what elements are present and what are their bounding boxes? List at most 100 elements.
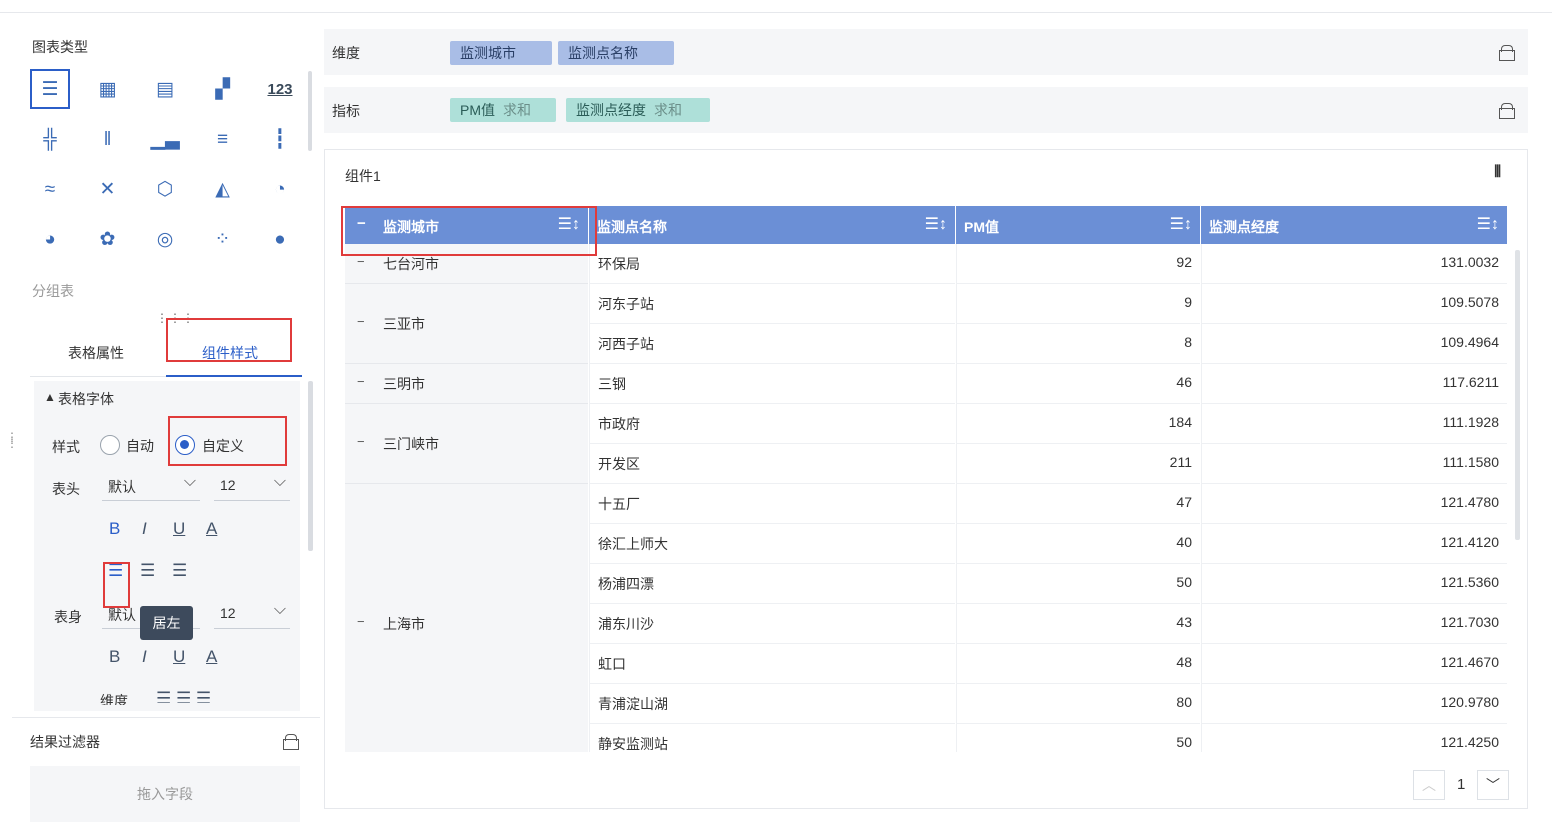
sort-icon[interactable]: ☰↕ [925, 214, 947, 234]
chart-grid-scrollbar[interactable] [308, 71, 312, 151]
style-label: 样式 [52, 439, 80, 455]
lock-icon[interactable] [282, 734, 299, 750]
align-right-icon[interactable]: ☰ [172, 561, 187, 581]
page-down-button[interactable]: ﹀ [1477, 770, 1509, 800]
collapse-group-icon[interactable]: − [357, 434, 365, 449]
dimension-pill-station[interactable]: 监测点名称 [558, 41, 674, 65]
highlight-box-tab [166, 318, 292, 362]
dimension-pill-city[interactable]: 监测城市 [450, 41, 552, 65]
group-city-cell: − 三门峡市 [345, 404, 588, 484]
metric-label: 指标 [332, 103, 360, 119]
font-color-icon[interactable]: A [206, 647, 217, 667]
chevron-down-icon: ⌵ [273, 473, 286, 490]
table-cell: 121.4670 [1201, 644, 1507, 684]
kpi-number-icon[interactable]: 123 [260, 69, 300, 109]
collapse-group-icon[interactable]: − [357, 614, 365, 629]
detail-table-icon[interactable]: ▤ [145, 69, 185, 109]
drag-handle-icon[interactable]: ⋮ ⋮ [6, 431, 19, 449]
underline-icon[interactable]: U [173, 647, 185, 667]
tooltip-align-left: 居左 [140, 606, 193, 640]
table-cell: 131.0032 [1201, 244, 1507, 284]
panel-scrollbar[interactable] [308, 381, 313, 551]
line-wave-icon[interactable]: ≈ [30, 169, 70, 209]
radar-hex-icon[interactable]: ⬡ [145, 169, 185, 209]
bubble-icon[interactable]: ● [260, 219, 300, 259]
table-cell: 开发区 [589, 444, 955, 484]
table-cell: 47 [956, 484, 1200, 524]
sort-icon[interactable]: ☰↕ [1477, 214, 1499, 234]
table-cell: 9 [956, 284, 1200, 324]
chart-type-name: 分组表 [32, 283, 74, 299]
align-icons-partial[interactable]: ☰ ☰ ☰ [156, 689, 211, 703]
header-font-size-select[interactable]: 12 ⌵ [214, 473, 290, 501]
table-cell: 121.7030 [1201, 604, 1507, 644]
lock-icon[interactable] [1498, 45, 1515, 61]
table-cell: 杨浦四漂 [589, 564, 955, 604]
table-cell: 河西子站 [589, 324, 955, 364]
metric-bar: 指标 PM值 求和 监测点经度 求和 [324, 87, 1528, 133]
sort-icon[interactable]: ☰↕ [1170, 214, 1192, 234]
column-header-2[interactable]: PM值 ☰↕ [956, 206, 1200, 244]
font-color-icon[interactable]: A [206, 519, 217, 539]
horizontal-bar-icon[interactable]: ≡ [203, 119, 243, 159]
collapse-group-icon[interactable]: − [357, 374, 365, 389]
align-center-icon[interactable]: ☰ [140, 561, 155, 581]
column-settings-icon[interactable]: ⫴ [1494, 164, 1501, 182]
bold-icon[interactable]: B [109, 647, 120, 667]
collapse-triangle-icon[interactable]: ▲ [44, 390, 56, 404]
group-city-cell: − 上海市 [345, 484, 588, 752]
table-cell: 48 [956, 644, 1200, 684]
table-cell: 8 [956, 324, 1200, 364]
table-cell: 十五厂 [589, 484, 955, 524]
table-cell: 80 [956, 684, 1200, 724]
italic-icon[interactable]: I [142, 647, 147, 667]
metric-pill-pm[interactable]: PM值 求和 [450, 98, 556, 122]
area-chart-icon[interactable]: ◭ [203, 169, 243, 209]
table-cell: 109.4964 [1201, 324, 1507, 364]
multi-bar-icon[interactable]: ‖ [88, 119, 128, 159]
scatter-icon[interactable]: ⁘ [203, 219, 243, 259]
column-header-1[interactable]: 监测点名称 ☰↕ [589, 206, 955, 244]
body-font-size-select[interactable]: 12 ⌵ [214, 601, 290, 629]
page-up-button[interactable]: ︿ [1413, 770, 1445, 800]
cross-line-icon[interactable]: ✕ [88, 169, 128, 209]
diverging-bar-icon[interactable]: ┇ [260, 119, 300, 159]
table-cell: 117.6211 [1201, 364, 1507, 404]
table-cell: 109.5078 [1201, 284, 1507, 324]
dashboard-table-icon[interactable]: ▞ [203, 69, 243, 109]
collapse-group-icon[interactable]: − [357, 254, 365, 269]
chevron-down-icon: ⌵ [183, 473, 196, 490]
table-cell: 43 [956, 604, 1200, 644]
underline-icon[interactable]: U [173, 519, 185, 539]
column-chart-icon[interactable]: ▁▃ [145, 119, 185, 159]
table-scrollbar[interactable] [1515, 250, 1520, 540]
radio-auto[interactable] [100, 435, 120, 455]
metric-pill-longitude[interactable]: 监测点经度 求和 [566, 98, 710, 122]
rose-pie-icon[interactable]: ✿ [88, 219, 128, 259]
table-cell: 184 [956, 404, 1200, 444]
grouped-table-icon[interactable]: ☰ [30, 69, 70, 109]
body-font-label: 表身 [54, 609, 82, 625]
column-header-3[interactable]: 监测点经度 ☰↕ [1201, 206, 1507, 244]
stacked-bar-icon[interactable]: ╬ [30, 119, 70, 159]
group-city-cell: − 三明市 [345, 364, 588, 404]
table-cell: 静安监测站 [589, 724, 955, 752]
table-cell: 120.9780 [1201, 684, 1507, 724]
lock-icon[interactable] [1498, 103, 1515, 119]
gauge-icon[interactable]: ◔ [260, 169, 300, 209]
table-cell: 46 [956, 364, 1200, 404]
header-font-family-select[interactable]: 默认 ⌵ [102, 473, 200, 501]
group-city-cell: − 三亚市 [345, 284, 588, 364]
font-section-title: 表格字体 [58, 391, 114, 407]
bold-icon[interactable]: B [109, 519, 120, 539]
tab-table-props[interactable]: 表格属性 [68, 343, 124, 363]
pie-chart-icon[interactable]: ◕ [30, 219, 70, 259]
collapse-group-icon[interactable]: − [357, 314, 365, 329]
table-cell: 111.1580 [1201, 444, 1507, 484]
cross-table-icon[interactable]: ▦ [88, 69, 128, 109]
italic-icon[interactable]: I [142, 519, 147, 539]
target-ring-icon[interactable]: ◎ [145, 219, 185, 259]
radio-auto-label[interactable]: 自动 [126, 436, 154, 456]
filter-drop-zone[interactable]: 拖入字段 [30, 766, 300, 822]
table-cell: 徐汇上师大 [589, 524, 955, 564]
